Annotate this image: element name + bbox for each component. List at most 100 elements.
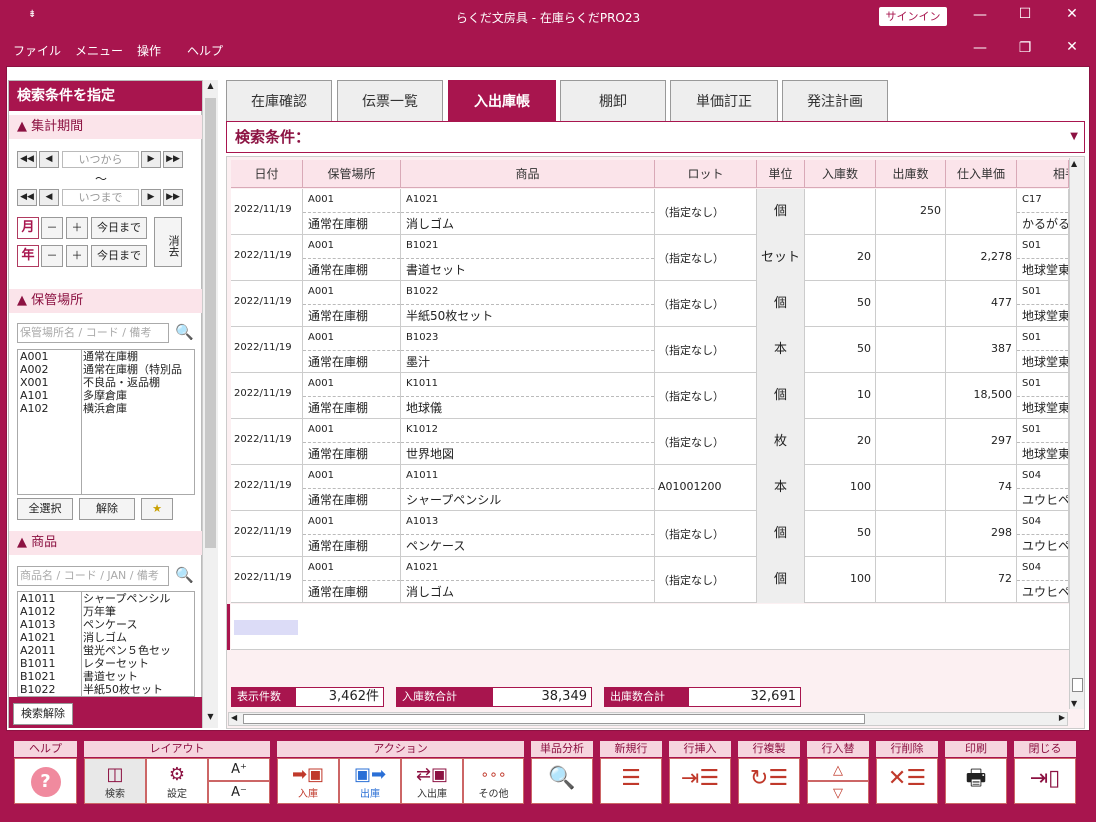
cell-out[interactable] xyxy=(876,235,946,281)
product-item[interactable]: A2011 蛍光ペン５色セッ xyxy=(18,644,194,657)
select-all-button[interactable]: 全選択 xyxy=(17,498,73,520)
cell-lot[interactable]: A01001200 xyxy=(655,465,757,511)
month-minus-button[interactable]: － xyxy=(41,217,63,239)
col-location[interactable]: 保管場所 xyxy=(303,160,401,188)
doc-restore-icon[interactable]: ❐ xyxy=(1010,40,1040,56)
location-list[interactable]: A001 通常在庫棚 A002 通常在庫棚（特別品 X001 不良品・返品棚 A101… xyxy=(17,349,195,495)
cell-unit[interactable]: 個 xyxy=(757,373,805,419)
cell-date[interactable]: 2022/11/19 xyxy=(231,235,303,281)
cell-lot[interactable]: （指定なし） xyxy=(655,373,757,419)
menu-menu[interactable]: メニュー xyxy=(75,42,123,59)
table-row[interactable]: 2022/11/19 A001 通常在庫棚 A1013 ペンケース （指定なし） 個 50 29… xyxy=(231,511,1069,557)
tab-order-plan[interactable]: 発注計画 xyxy=(782,80,888,122)
scroll-thumb[interactable] xyxy=(243,714,865,724)
cell-out[interactable] xyxy=(876,465,946,511)
cell-partner[interactable]: S01 地球堂東 xyxy=(1017,235,1069,281)
scroll-right-icon[interactable]: ▶ xyxy=(1059,713,1065,722)
cell-out[interactable] xyxy=(876,373,946,419)
month-today-button[interactable]: 今日まで xyxy=(91,217,147,239)
cell-partner[interactable]: S04 ユウヒペ xyxy=(1017,465,1069,511)
cell-prod[interactable]: B1023 墨汁 xyxy=(401,327,655,373)
new-row-date-input[interactable] xyxy=(234,620,298,635)
cell-prod[interactable]: A1011 シャープペンシル xyxy=(401,465,655,511)
cell-date[interactable]: 2022/11/19 xyxy=(231,557,303,603)
stock-inout-button[interactable]: ⇄▣ 入出庫 xyxy=(401,758,463,804)
cell-partner[interactable]: S01 地球堂東 xyxy=(1017,419,1069,465)
cell-partner[interactable]: S04 ユウヒペ xyxy=(1017,511,1069,557)
table-row[interactable]: 2022/11/19 A001 通常在庫棚 A1011 シャープペンシル A0100120… xyxy=(231,465,1069,511)
new-row-button[interactable]: ☰ xyxy=(600,758,662,804)
col-partner[interactable]: 相手 xyxy=(1017,160,1069,188)
product-section[interactable]: ▲ 商品 xyxy=(9,531,203,555)
cell-in[interactable]: 50 xyxy=(805,281,876,327)
cell-unit[interactable]: 個 xyxy=(757,189,805,235)
font-increase-button[interactable]: A⁺ xyxy=(208,758,270,781)
cell-lot[interactable]: （指定なし） xyxy=(655,281,757,327)
cell-partner[interactable]: S04 ユウヒペ xyxy=(1017,557,1069,603)
favorite-star-icon[interactable]: ★ xyxy=(141,498,173,520)
insert-row-button[interactable]: ⇥☰ xyxy=(669,758,731,804)
cell-prod[interactable]: A1021 消しゴム xyxy=(401,189,655,235)
month-button[interactable]: 月 xyxy=(17,217,39,239)
product-item[interactable]: B1011 レターセット xyxy=(18,657,194,670)
from-last-button[interactable]: ▶▶ xyxy=(163,151,183,168)
to-prev-button[interactable]: ◀ xyxy=(39,189,59,206)
cell-partner[interactable]: S01 地球堂東 xyxy=(1017,327,1069,373)
other-action-button[interactable]: ∘∘∘ その他 xyxy=(463,758,524,804)
cell-prod[interactable]: A1021 消しゴム xyxy=(401,557,655,603)
table-row[interactable]: 2022/11/19 A001 通常在庫棚 K1012 世界地図 （指定なし） 枚 20 297… xyxy=(231,419,1069,465)
tab-price-fix[interactable]: 単価訂正 xyxy=(670,80,778,122)
cell-in[interactable]: 10 xyxy=(805,373,876,419)
product-search-input[interactable]: 商品名 / コード / JAN / 備考 xyxy=(17,566,169,586)
cell-loc[interactable]: A001 通常在庫棚 xyxy=(303,557,401,603)
to-first-button[interactable]: ◀◀ xyxy=(17,189,37,206)
cell-out[interactable] xyxy=(876,281,946,327)
expand-icon[interactable]: ▼ xyxy=(1070,122,1078,152)
layout-search-button[interactable]: ◫ 検索 xyxy=(84,758,146,804)
move-row-up-button[interactable]: △ xyxy=(807,758,869,781)
cell-loc[interactable]: A001 通常在庫棚 xyxy=(303,327,401,373)
cell-in[interactable]: 100 xyxy=(805,557,876,603)
cell-lot[interactable]: （指定なし） xyxy=(655,557,757,603)
year-minus-button[interactable]: － xyxy=(41,245,63,267)
cell-price[interactable]: 477 xyxy=(946,281,1017,327)
scroll-up-icon[interactable]: ▲ xyxy=(204,81,217,95)
location-item[interactable]: A002 通常在庫棚（特別品 xyxy=(18,363,194,376)
doc-minimize-icon[interactable]: — xyxy=(965,40,995,56)
cell-unit[interactable]: セット xyxy=(757,235,805,281)
cell-date[interactable]: 2022/11/19 xyxy=(231,465,303,511)
scroll-down-icon[interactable]: ▼ xyxy=(204,712,217,726)
table-row[interactable]: 2022/11/19 A001 通常在庫棚 K1011 地球儀 （指定なし） 個 10 18,5… xyxy=(231,373,1069,419)
year-button[interactable]: 年 xyxy=(17,245,39,267)
move-row-down-button[interactable]: ▽ xyxy=(807,781,869,804)
month-plus-button[interactable]: ＋ xyxy=(66,217,88,239)
tab-inout-ledger[interactable]: 入出庫帳 xyxy=(448,80,556,122)
cell-lot[interactable]: （指定なし） xyxy=(655,235,757,281)
cell-partner[interactable]: S01 地球堂東 xyxy=(1017,281,1069,327)
location-item[interactable]: A001 通常在庫棚 xyxy=(18,350,194,363)
cell-unit[interactable]: 本 xyxy=(757,327,805,373)
cell-in[interactable]: 20 xyxy=(805,235,876,281)
to-date-field[interactable]: いつまで xyxy=(62,189,139,206)
table-row[interactable]: 2022/11/19 A001 通常在庫棚 A1021 消しゴム （指定なし） 個 100 72… xyxy=(231,557,1069,603)
cell-unit[interactable]: 枚 xyxy=(757,419,805,465)
cell-out[interactable] xyxy=(876,557,946,603)
cell-price[interactable]: 74 xyxy=(946,465,1017,511)
cell-unit[interactable]: 本 xyxy=(757,465,805,511)
product-item[interactable]: A1012 万年筆 xyxy=(18,605,194,618)
help-button[interactable]: ? xyxy=(14,758,77,804)
signin-button[interactable]: サインイン xyxy=(879,7,947,26)
cell-loc[interactable]: A001 通常在庫棚 xyxy=(303,189,401,235)
cell-in[interactable]: 50 xyxy=(805,511,876,557)
col-out[interactable]: 出庫数 xyxy=(876,160,946,188)
product-item[interactable]: B1022 半紙50枚セット xyxy=(18,683,194,696)
product-item[interactable]: A1011 シャープペンシル xyxy=(18,592,194,605)
menu-help[interactable]: ヘルプ xyxy=(187,42,223,59)
year-today-button[interactable]: 今日まで xyxy=(91,245,147,267)
tab-inventory[interactable]: 棚卸 xyxy=(560,80,666,122)
cell-partner[interactable]: C17 かるがる xyxy=(1017,189,1069,235)
left-scrollbar[interactable]: ▲ ▼ xyxy=(202,80,218,728)
col-lot[interactable]: ロット xyxy=(655,160,757,188)
cell-loc[interactable]: A001 通常在庫棚 xyxy=(303,465,401,511)
duplicate-row-button[interactable]: ↻☰ xyxy=(738,758,800,804)
